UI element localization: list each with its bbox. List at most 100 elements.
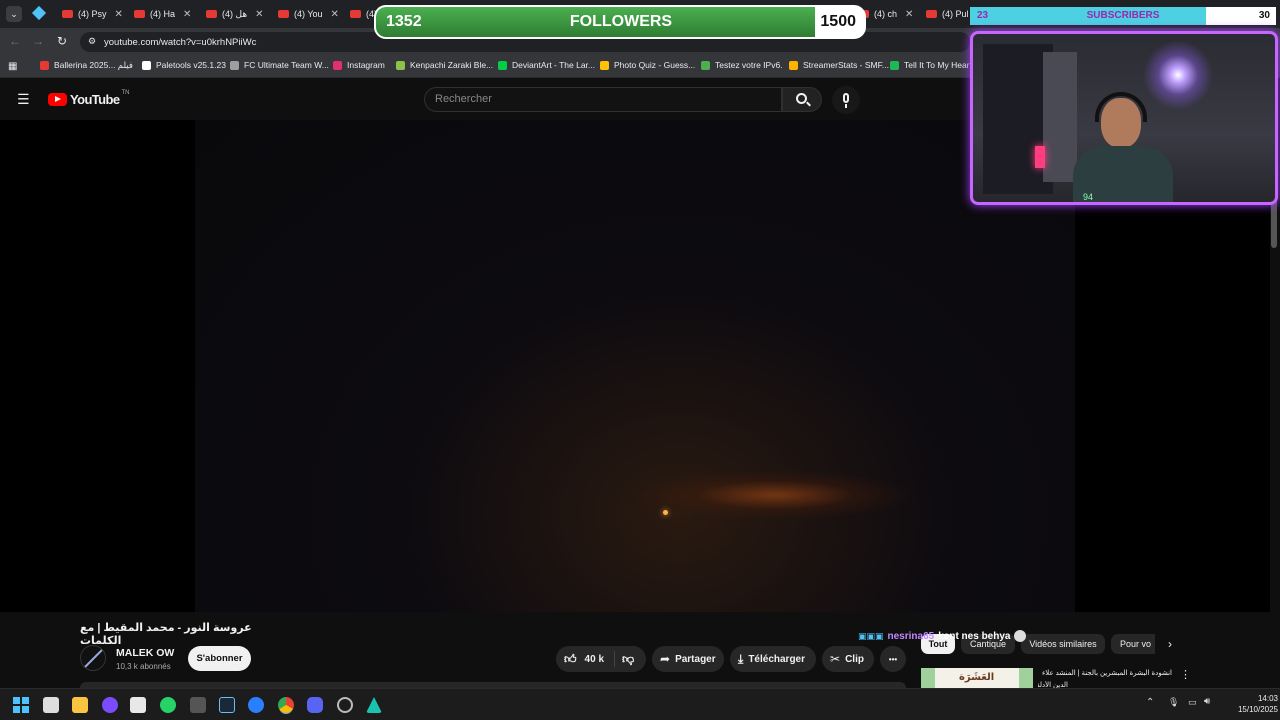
hamburger-menu-icon[interactable]: ☰ <box>17 91 30 108</box>
bookmark-label: FC Ultimate Team W... <box>244 60 329 70</box>
search-input[interactable]: Rechercher <box>424 87 782 112</box>
bookmark-favicon-icon <box>396 60 405 70</box>
close-tab-icon[interactable]: ✕ <box>255 9 263 20</box>
bookmark-label: DeviantArt - The Lar... <box>512 60 595 70</box>
clip-button[interactable]: ✂ Clip <box>822 646 874 672</box>
back-arrow-icon[interactable]: ← <box>9 34 21 48</box>
browser-tab[interactable]: (4) هل ✕ <box>206 4 264 24</box>
youtube-favicon-icon <box>206 10 217 18</box>
youtube-logo[interactable]: YouTube TN <box>48 90 129 107</box>
browser-tab[interactable]: (4) You ✕ <box>278 4 338 24</box>
close-tab-icon[interactable]: ✕ <box>905 9 913 20</box>
app-teal-icon[interactable] <box>366 697 382 713</box>
app-blue-icon[interactable] <box>248 697 264 713</box>
clip-label: Clip <box>845 653 864 665</box>
microphone-icon <box>843 93 849 103</box>
display-tray-icon[interactable]: ▭ <box>1188 697 1197 708</box>
bookmark-item[interactable]: FC Ultimate Team W... <box>230 60 329 70</box>
whatsapp-icon[interactable] <box>160 697 176 713</box>
snipping-tool-icon[interactable] <box>130 697 146 713</box>
kebab-menu-icon[interactable]: ⋮ <box>1180 668 1191 681</box>
tab-title: (4) Pul <box>942 9 969 19</box>
windows-start-icon[interactable] <box>13 697 29 713</box>
followers-goal-bar: 1352 FOLLOWERS 1500 <box>374 5 866 39</box>
show-hidden-icons-chevron-icon[interactable]: ⌃ <box>1146 697 1154 708</box>
reload-icon[interactable]: ↻ <box>57 34 67 48</box>
app-outline-icon[interactable] <box>337 697 353 713</box>
bookmark-item[interactable]: Tell It To My Heart <box>890 60 972 70</box>
pinned-tab-icon[interactable] <box>31 5 47 21</box>
bookmark-label: Kenpachi Zaraki Ble... <box>410 60 494 70</box>
bookmark-item[interactable]: Ballerina 2025... فيلم <box>40 60 133 71</box>
microphone-tray-icon[interactable]: 🎙︎ <box>1168 697 1179 708</box>
bookmark-label: Paletools v25.1.23 <box>156 60 226 70</box>
tab-title: (4) Ha <box>150 9 176 19</box>
bookmark-item[interactable]: StreamerStats - SMF... <box>789 60 889 70</box>
app-circle-icon[interactable] <box>102 697 118 713</box>
share-arrow-icon: ➦ <box>660 652 671 666</box>
door <box>1043 52 1077 182</box>
search-button[interactable] <box>782 87 822 112</box>
more-actions-button[interactable]: ••• <box>880 646 906 672</box>
youtube-logo-text: YouTube <box>70 92 120 107</box>
youtube-favicon-icon <box>134 10 145 18</box>
bookmark-item[interactable]: Instagram <box>333 60 385 70</box>
thumbs-down-icon[interactable]: 👎︎ <box>622 652 634 667</box>
volume-tray-icon[interactable]: 🔊︎ <box>1204 696 1210 707</box>
app-hexagon-icon[interactable] <box>190 697 206 713</box>
headset-icon <box>1095 92 1147 122</box>
channel-name[interactable]: MALEK OW <box>116 647 174 659</box>
filter-chip[interactable]: Pour vo <box>1111 634 1155 654</box>
chat-emote-icon <box>1014 630 1027 642</box>
thumbs-up-icon[interactable]: 👍︎ <box>564 652 577 667</box>
recommended-video-title[interactable]: انشودة البشرة المبشرين بالجنة | المنشد ع… <box>1038 669 1172 677</box>
sunset-glow <box>635 470 915 520</box>
video-frame[interactable] <box>195 120 1075 612</box>
file-explorer-icon[interactable] <box>72 697 88 713</box>
discord-icon[interactable] <box>307 697 323 713</box>
apps-grid-icon[interactable]: ▦ <box>8 61 17 72</box>
like-count[interactable]: 40 k <box>585 654 604 665</box>
page-scrollbar[interactable] <box>1271 198 1277 248</box>
youtube-favicon-icon <box>926 10 937 18</box>
url-text[interactable]: youtube.com/watch?v=u0krhNPiiWc <box>104 37 256 48</box>
bookmark-item[interactable]: Paletools v25.1.23 <box>142 60 226 70</box>
voice-search-button[interactable] <box>832 86 860 114</box>
bookmark-favicon-icon <box>230 60 239 70</box>
download-icon: ⤓ <box>738 651 744 666</box>
close-tab-icon[interactable]: ✕ <box>183 9 191 20</box>
browser-tab[interactable]: (4) <box>350 4 376 24</box>
bookmark-item[interactable]: Photo Quiz - Guess... <box>600 60 695 70</box>
browser-tab[interactable]: (4) Psy ✕ <box>62 4 124 24</box>
bookmark-item[interactable]: DeviantArt - The Lar... <box>498 60 595 70</box>
close-tab-icon[interactable]: ✕ <box>115 9 123 20</box>
clock-time[interactable]: 14:03 <box>1236 694 1278 703</box>
rgb-lamp <box>1035 146 1045 168</box>
browser-tab[interactable]: (4) Ha ✕ <box>134 4 192 24</box>
forward-arrow-icon[interactable]: → <box>32 34 44 48</box>
task-view-icon[interactable] <box>43 697 59 713</box>
tab-title: (4) ch <box>874 9 898 19</box>
recommended-thumbnail[interactable]: العَشَرَة <box>921 668 1033 688</box>
bookmark-item[interactable]: Testez votre IPv6. <box>701 60 783 70</box>
tab-list-dropdown-button[interactable]: ⌄ <box>6 6 22 22</box>
download-button[interactable]: ⤓ Télécharger <box>730 646 816 672</box>
bookmark-item[interactable]: Kenpachi Zaraki Ble... <box>396 60 493 70</box>
star-light <box>1143 40 1213 110</box>
site-info-icon[interactable]: ⚙ <box>88 36 96 47</box>
thumbnail-text: العَشَرَة <box>959 672 995 683</box>
like-dislike-group: 👍︎ 40 k 👎︎ <box>556 646 646 672</box>
chrome-icon[interactable] <box>278 697 294 713</box>
chevron-right-icon[interactable]: › <box>1168 637 1172 651</box>
browser-tab[interactable]: (4) ch ✕ <box>858 4 914 24</box>
channel-avatar[interactable] <box>80 645 106 671</box>
video-title: عروسة النور - محمد المقيط | مع الكلمات <box>80 622 252 647</box>
share-button[interactable]: ➦ Partager <box>652 646 724 672</box>
subscribe-button[interactable]: S'abonner <box>188 646 251 671</box>
browser-tab[interactable]: (4) Pul <box>926 4 970 24</box>
close-tab-icon[interactable]: ✕ <box>331 9 338 20</box>
filter-chip[interactable]: Vidéos similaires <box>1021 634 1105 654</box>
steam-icon[interactable] <box>219 697 235 713</box>
chat-badges-icon: ▣▣▣ <box>858 630 884 641</box>
clock-date[interactable]: 15/10/2025 <box>1222 705 1278 714</box>
